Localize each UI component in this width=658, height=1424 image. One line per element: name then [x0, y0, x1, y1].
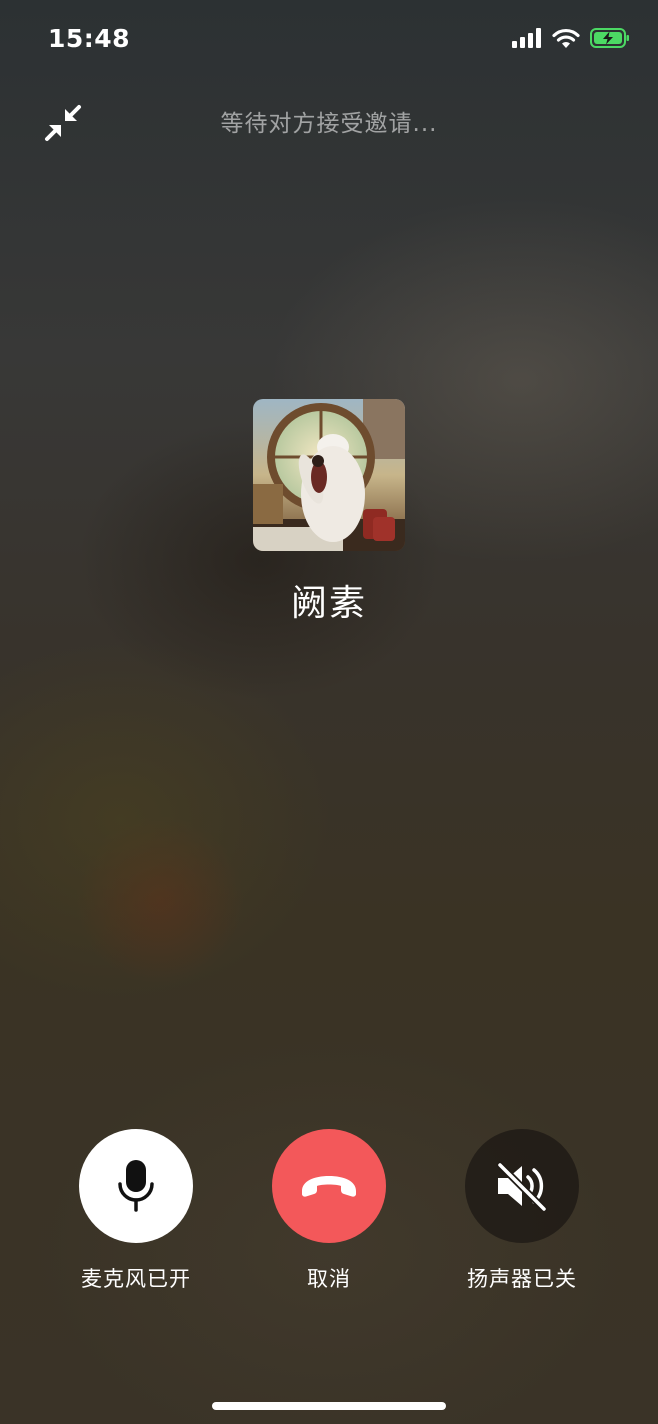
speaker-muted-icon: [496, 1161, 548, 1211]
home-indicator[interactable]: [212, 1402, 446, 1410]
contact-avatar: [253, 399, 405, 551]
speaker-label: 扬声器已关: [467, 1267, 577, 1291]
wifi-icon: [552, 28, 580, 48]
contact-name: 阙素: [290, 583, 367, 624]
cancel-label: 取消: [307, 1267, 351, 1291]
status-time: 15:48: [48, 24, 131, 53]
cancel-call-button[interactable]: [272, 1129, 386, 1243]
status-icons: [512, 28, 630, 48]
voice-call-screen: 15:48 等待对方接受邀请... 阙素 麦克风已开 取消 扬声器已关: [0, 0, 658, 1424]
microphone-control: 麦克风已开: [56, 1129, 216, 1293]
speaker-control: 扬声器已关: [442, 1129, 602, 1293]
battery-charging-icon: [590, 28, 629, 48]
microphone-label: 麦克风已开: [81, 1267, 191, 1291]
microphone-icon: [118, 1160, 154, 1212]
avatar-image: [253, 399, 405, 551]
speaker-button[interactable]: [465, 1129, 579, 1243]
status-bar: 15:48: [0, 0, 658, 80]
phone-hangup-icon: [302, 1176, 356, 1197]
microphone-button[interactable]: [79, 1129, 193, 1243]
cellular-signal-icon: [512, 28, 541, 48]
cancel-control: 取消: [249, 1129, 409, 1293]
call-status-text: 等待对方接受邀请...: [220, 111, 438, 137]
